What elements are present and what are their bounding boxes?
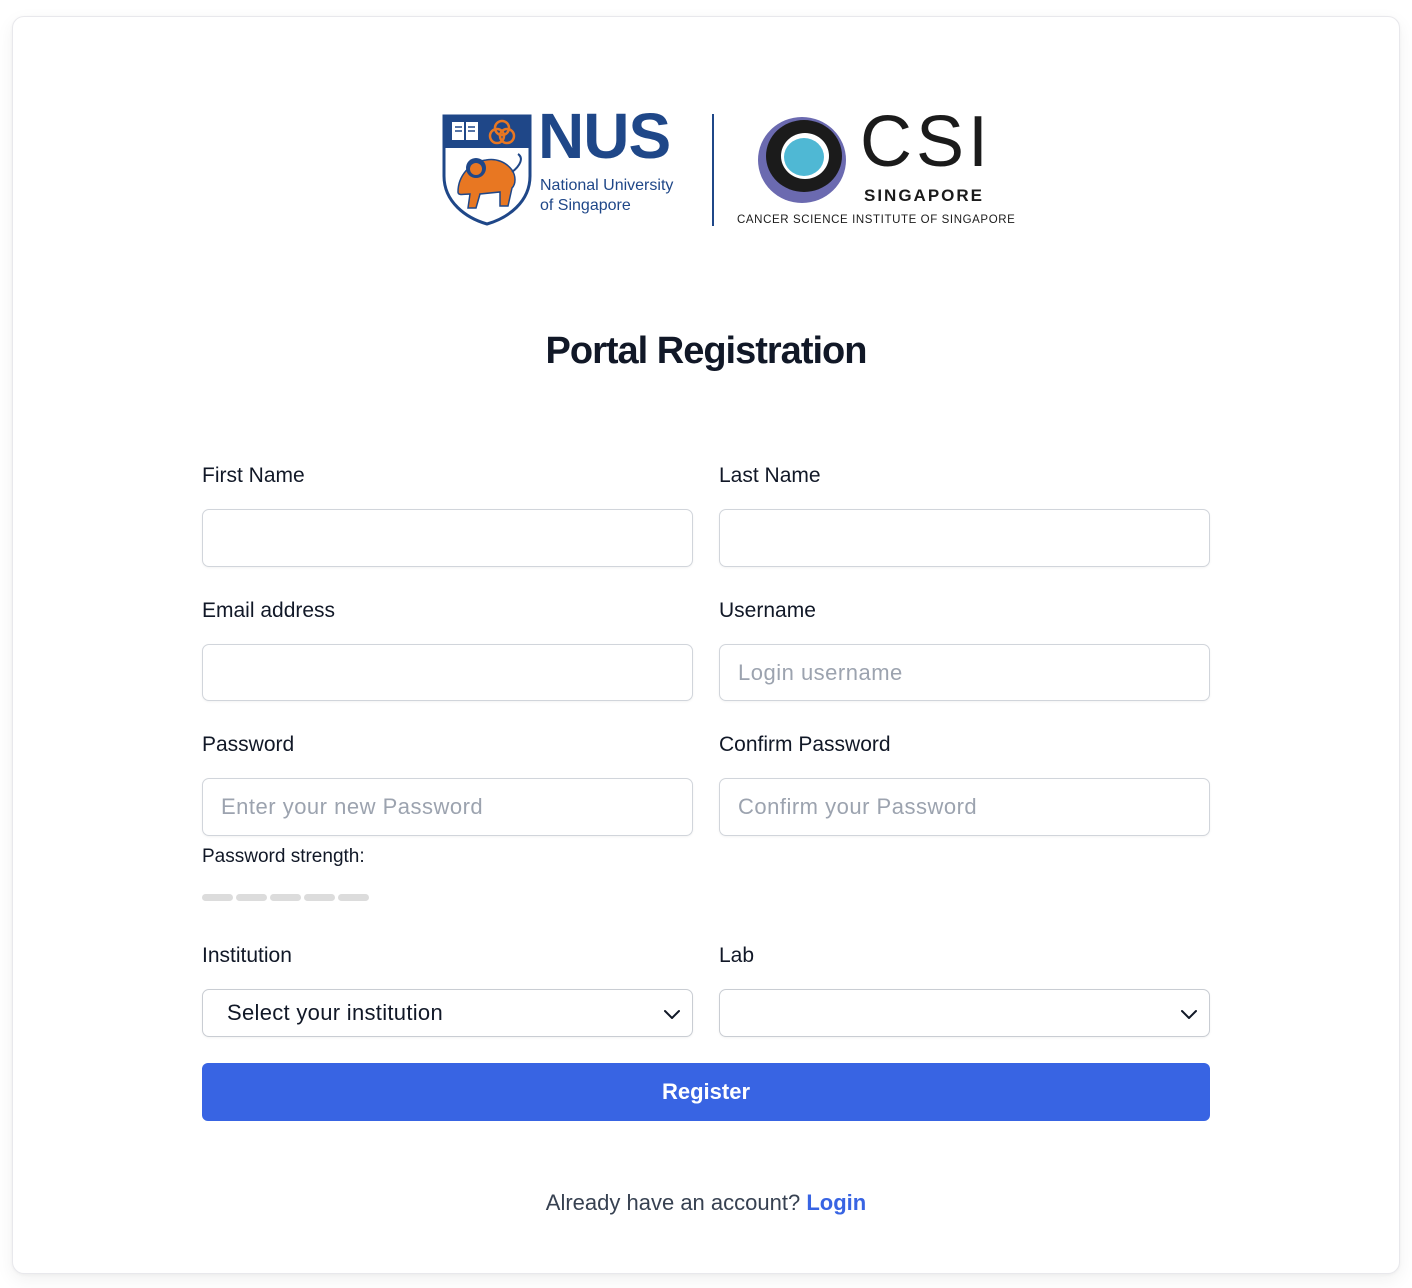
last-name-label: Last Name xyxy=(719,464,821,487)
strength-segment xyxy=(338,894,369,901)
nus-subtitle: National University of Singapore xyxy=(540,176,673,216)
password-strength-label: Password strength: xyxy=(202,846,365,867)
institution-label: Institution xyxy=(202,944,292,967)
last-name-input[interactable] xyxy=(719,509,1210,567)
institution-select[interactable]: Select your institution xyxy=(202,989,693,1037)
password-input[interactable] xyxy=(202,778,693,836)
logo-banner: NUS National University of Singapore CSI… xyxy=(430,98,1015,238)
chevron-down-icon xyxy=(664,1010,680,1019)
csi-full-name: CANCER SCIENCE INSTITUTE OF SINGAPORE xyxy=(737,214,1016,226)
csi-subtitle: SINGAPORE xyxy=(864,186,985,205)
register-button[interactable]: Register xyxy=(202,1063,1210,1121)
confirm-password-label: Confirm Password xyxy=(719,733,891,756)
strength-segment xyxy=(304,894,335,901)
nus-subtitle-line1: National University xyxy=(540,177,674,194)
nus-crest-icon xyxy=(442,114,532,226)
login-link[interactable]: Login xyxy=(806,1190,866,1215)
username-label: Username xyxy=(719,599,816,622)
strength-segment xyxy=(202,894,233,901)
csi-wordmark: CSI xyxy=(860,102,993,182)
password-label: Password xyxy=(202,733,295,756)
chevron-down-icon xyxy=(1181,1010,1197,1019)
lab-label: Lab xyxy=(719,944,755,967)
password-strength-meter xyxy=(202,894,369,901)
nus-subtitle-line2: of Singapore xyxy=(540,197,631,214)
email-label: Email address xyxy=(202,599,336,622)
logo-divider xyxy=(712,114,714,226)
first-name-input[interactable] xyxy=(202,509,693,567)
strength-segment xyxy=(236,894,267,901)
lab-select[interactable] xyxy=(719,989,1210,1037)
first-name-label: First Name xyxy=(202,464,305,487)
login-prompt-text: Already have an account? xyxy=(545,1190,807,1215)
csi-logo-mark-icon xyxy=(758,117,846,203)
page-title: Portal Registration xyxy=(545,330,868,372)
nus-wordmark: NUS xyxy=(538,100,671,172)
email-input[interactable] xyxy=(202,644,693,701)
strength-segment xyxy=(270,894,301,901)
confirm-password-input[interactable] xyxy=(719,778,1210,836)
username-input[interactable] xyxy=(719,644,1210,701)
login-prompt: Already have an account? Login xyxy=(0,1190,1412,1216)
institution-selected-value: Select your institution xyxy=(227,1000,444,1025)
